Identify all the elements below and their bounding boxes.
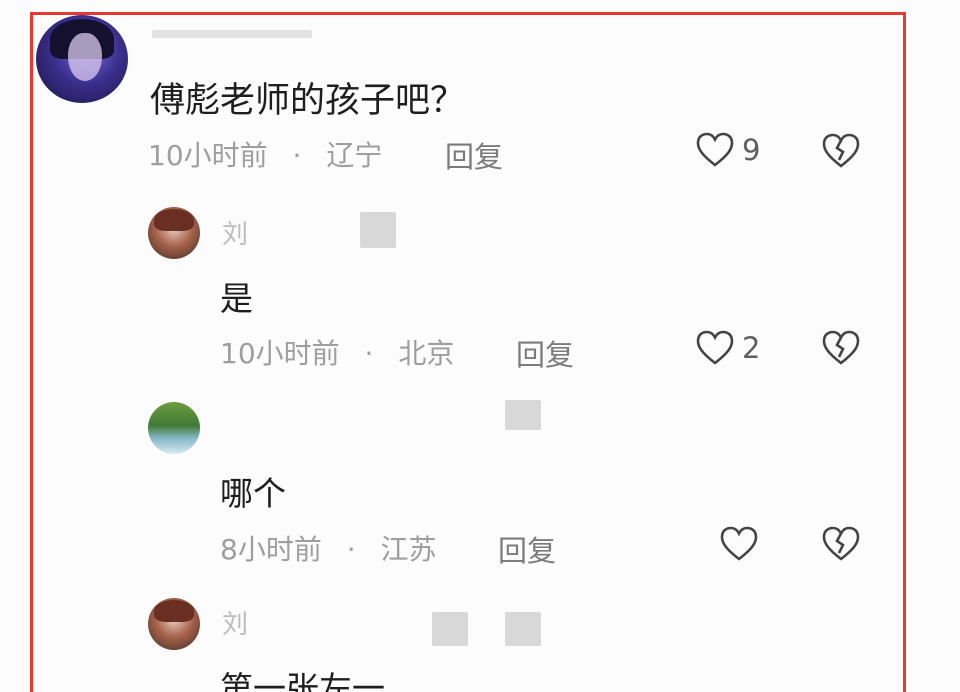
like-count: 9: [742, 133, 761, 167]
comment-meta: 8小时前 · 江苏: [220, 528, 437, 568]
username-fragment: 刘: [222, 220, 249, 250]
like-button[interactable]: [720, 526, 766, 562]
dislike-button[interactable]: [822, 330, 860, 366]
broken-heart-icon: [822, 330, 860, 366]
timestamp: 10小时前: [220, 337, 340, 370]
reply-button[interactable]: 回复: [445, 134, 503, 176]
reply-button[interactable]: 回复: [498, 528, 556, 570]
location: 北京: [398, 337, 455, 370]
username-blurred: [432, 612, 468, 646]
comment-meta: 10小时前 · 辽宁: [148, 134, 382, 174]
comment-text: 傅彪老师的孩子吧？: [150, 81, 466, 121]
heart-outline-icon: [696, 330, 734, 366]
timestamp: 10小时前: [148, 139, 268, 172]
broken-heart-icon: [822, 133, 860, 169]
timestamp: 8小时前: [220, 533, 322, 566]
heart-outline-icon: [696, 132, 734, 168]
dislike-button[interactable]: [822, 133, 860, 169]
heart-outline-icon: [720, 526, 758, 562]
avatar[interactable]: [148, 402, 200, 454]
like-button[interactable]: 9: [696, 132, 760, 168]
like-button[interactable]: 2: [696, 330, 760, 366]
separator: ·: [346, 533, 356, 566]
location: 江苏: [380, 533, 437, 566]
separator: ·: [292, 139, 302, 172]
comment-text: 第一张左一: [220, 669, 385, 692]
username-fragment: 刘: [222, 610, 249, 640]
dislike-button[interactable]: [822, 526, 860, 562]
separator: ·: [364, 337, 374, 370]
avatar[interactable]: [36, 15, 128, 103]
reply-button[interactable]: 回复: [516, 332, 574, 374]
comment-screen: 傅彪老师的孩子吧？ 10小时前 · 辽宁 回复 9 刘 是 10小时前 · 北京…: [0, 0, 960, 692]
broken-heart-icon: [822, 526, 860, 562]
username-blurred: [505, 612, 541, 646]
username-blurred: [360, 212, 396, 248]
comment-text: 哪个: [220, 474, 286, 513]
location: 辽宁: [326, 139, 383, 172]
username-blurred: [505, 400, 541, 430]
comment-text: 是: [220, 279, 253, 318]
avatar[interactable]: [148, 598, 200, 650]
avatar[interactable]: [148, 207, 200, 259]
like-count: 2: [742, 331, 761, 365]
comment-meta: 10小时前 · 北京: [220, 332, 454, 372]
username-blurred: [152, 30, 312, 38]
